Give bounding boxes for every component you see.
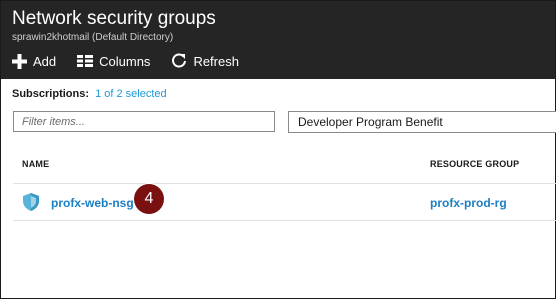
subscriptions-selected-link[interactable]: 1 of 2 selected — [95, 88, 167, 100]
columns-button-label: Columns — [99, 53, 151, 69]
add-button[interactable]: Add — [12, 53, 57, 69]
subscriptions-label: Subscriptions: — [12, 88, 90, 100]
columns-button[interactable]: Columns — [77, 54, 150, 69]
column-header-resource-group[interactable]: RESOURCE GROUP — [430, 159, 519, 169]
shield-icon — [23, 193, 39, 216]
step-number-badge: 4 — [134, 184, 164, 214]
subscription-dropdown[interactable]: Developer Program Benefit — [288, 111, 556, 133]
resource-group-link[interactable]: profx-prod-rg — [430, 196, 507, 210]
nsg-name-link[interactable]: profx-web-nsg — [51, 196, 134, 210]
subscription-dropdown-value: Developer Program Benefit — [298, 115, 443, 129]
refresh-button-label: Refresh — [193, 53, 239, 69]
table-row[interactable]: profx-web-nsg profx-prod-rg — [13, 184, 556, 221]
column-header-name[interactable]: NAME — [22, 159, 49, 169]
subscriptions-filter: Subscriptions: 1 of 2 selected — [12, 88, 167, 101]
directory-subtitle: sprawin2khotmail (Default Directory) — [12, 32, 174, 43]
refresh-icon — [172, 53, 187, 68]
refresh-button[interactable]: Refresh — [171, 53, 239, 69]
columns-icon — [77, 55, 94, 67]
blade-frame: Network security groups sprawin2khotmail… — [0, 0, 556, 299]
page-title: Network security groups — [12, 8, 216, 29]
plus-icon — [12, 53, 27, 69]
filter-items-input[interactable] — [13, 111, 275, 132]
blade-header: Network security groups sprawin2khotmail… — [1, 1, 555, 79]
add-button-label: Add — [33, 53, 57, 69]
command-bar: Add Columns Refresh — [12, 51, 260, 71]
